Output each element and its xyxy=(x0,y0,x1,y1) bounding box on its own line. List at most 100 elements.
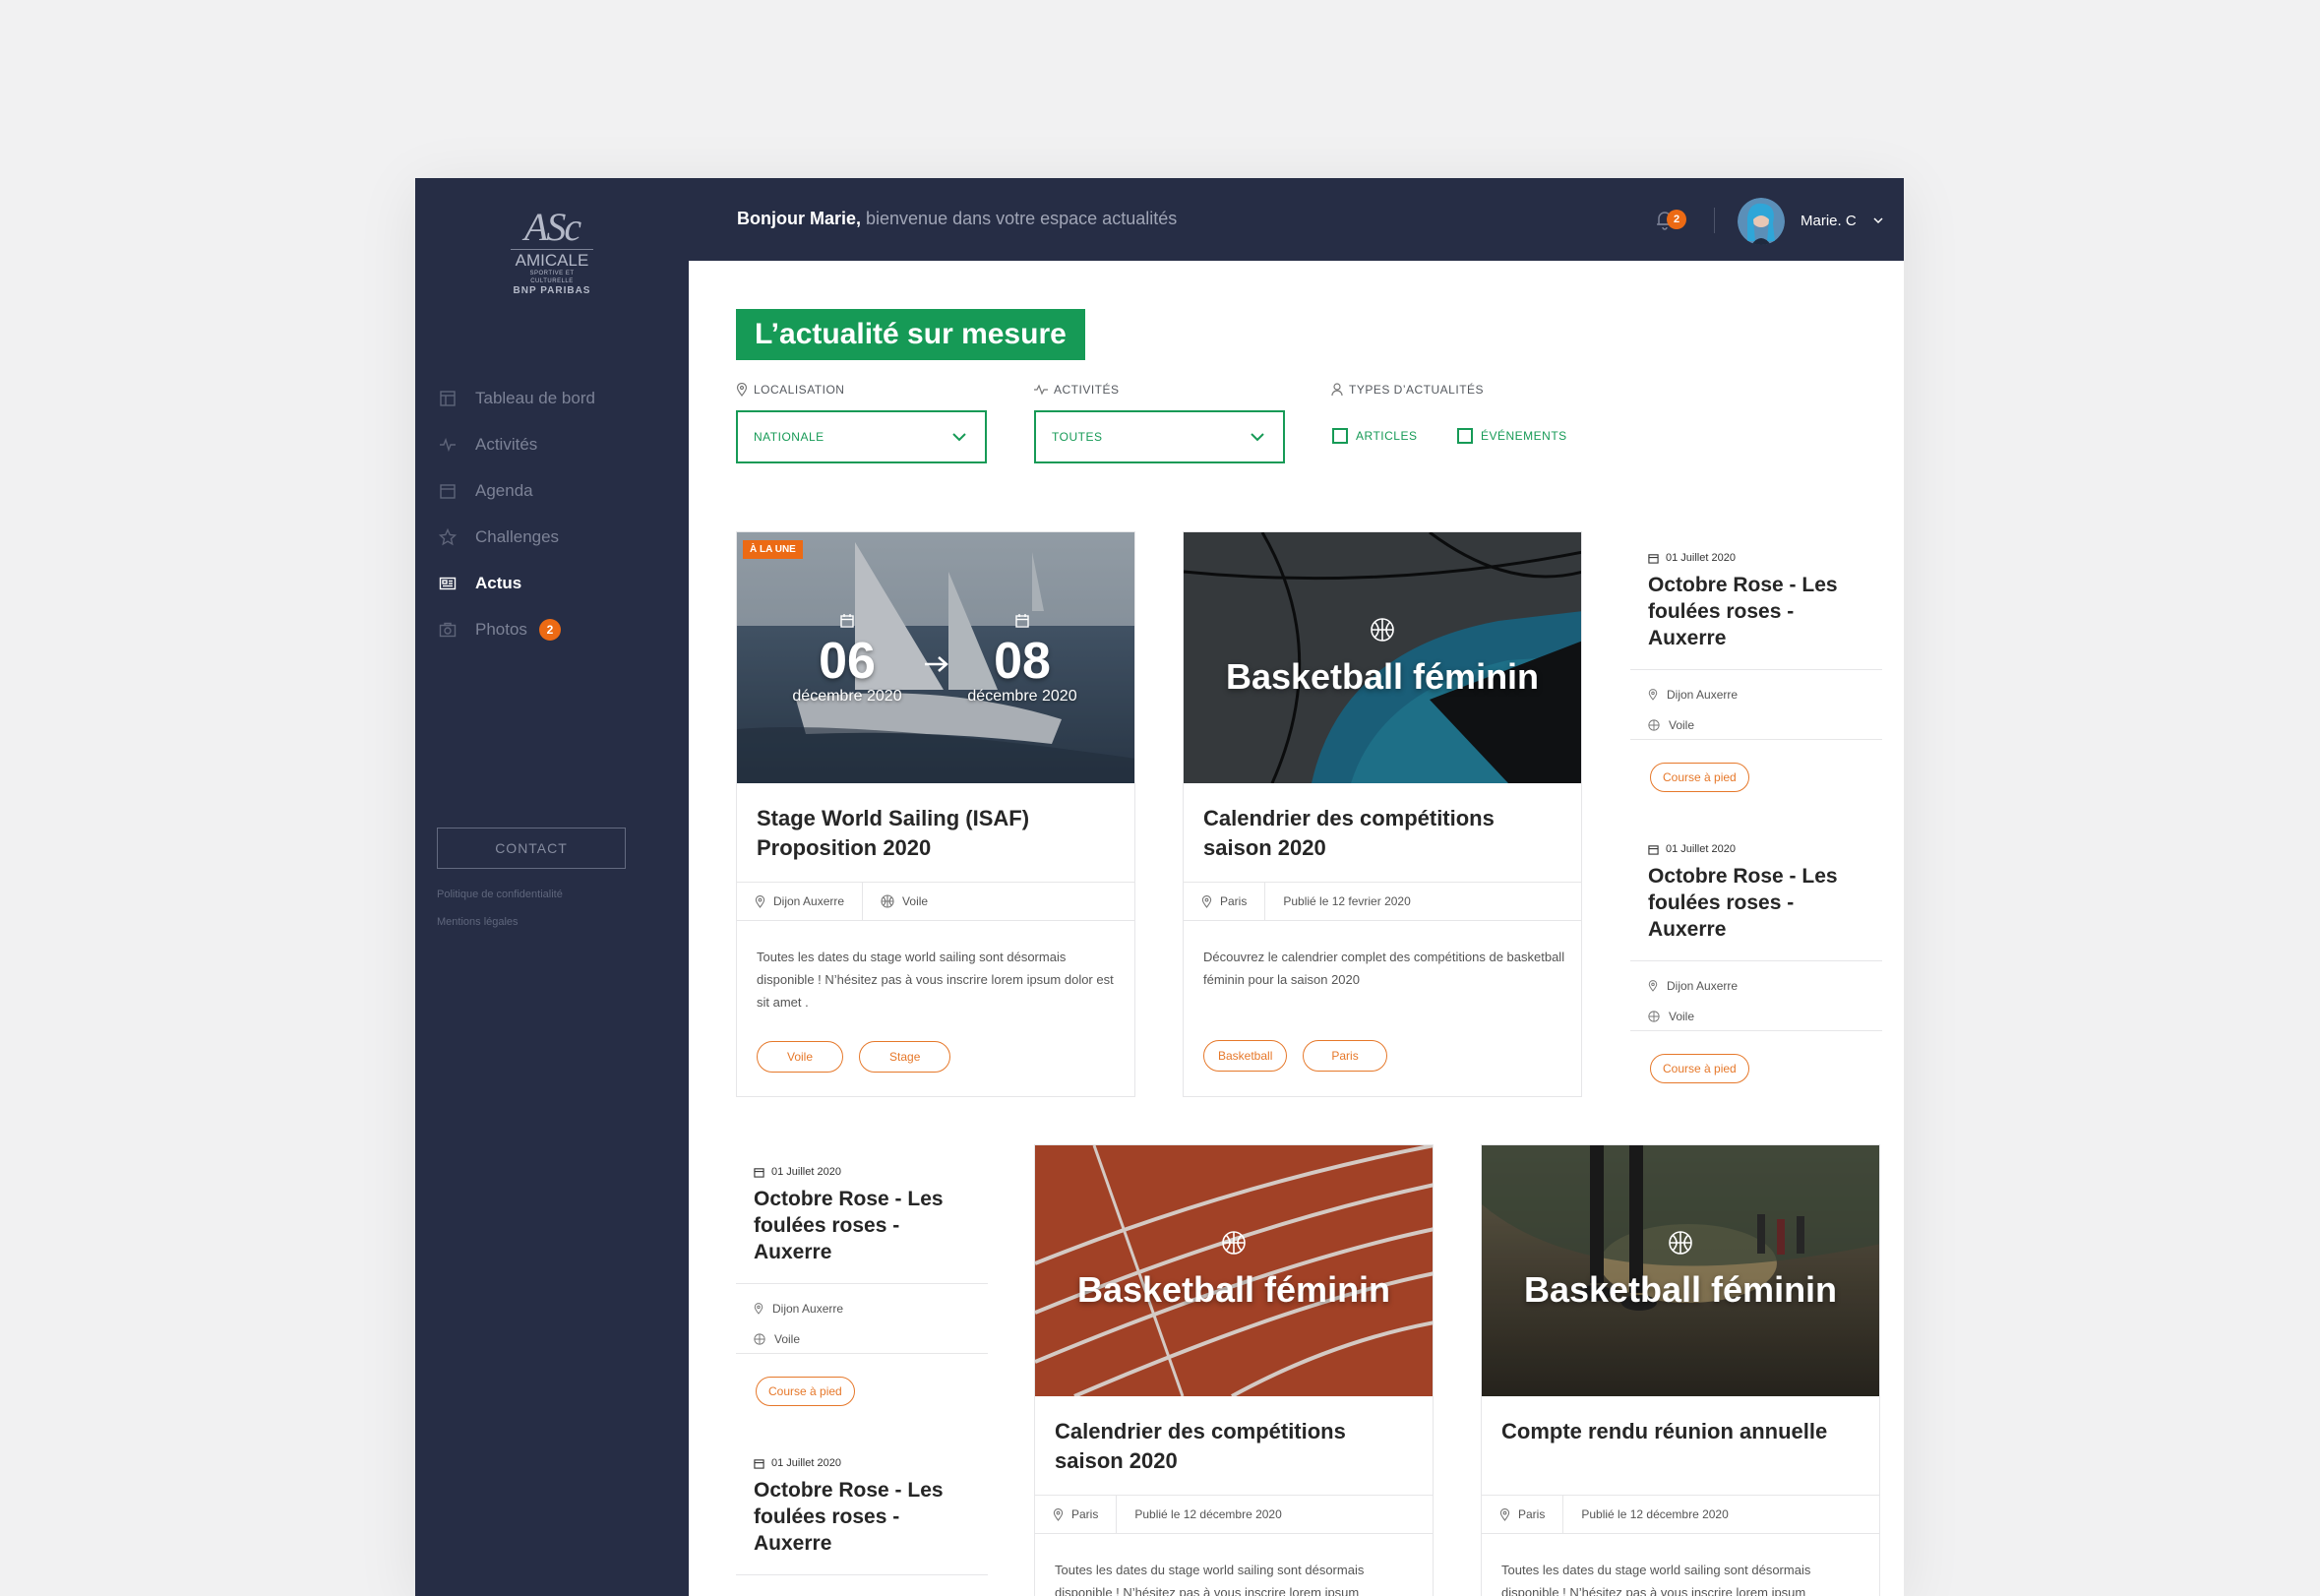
tag[interactable]: Basketball xyxy=(1203,1040,1288,1072)
sidebar-item-actus[interactable]: Actus xyxy=(437,560,673,606)
location-pin-icon xyxy=(1648,980,1658,992)
sidebar-item-agenda[interactable]: Agenda xyxy=(437,467,673,514)
greeting: Bonjour Marie, bienvenue dans votre espa… xyxy=(737,209,1177,229)
calendar-icon xyxy=(1015,614,1029,628)
news-card[interactable]: Basketball féminin Calendrier des compét… xyxy=(1183,531,1582,1097)
chevron-down-icon[interactable] xyxy=(1872,215,1884,226)
card-title-line: Calendrier des compétitions xyxy=(1055,1419,1346,1443)
greeting-name: Bonjour Marie, xyxy=(737,209,862,228)
card-title: Calendrier des compétitions saison 2020 xyxy=(1203,804,1495,863)
meta-published-text: Publié le 12 décembre 2020 xyxy=(1581,1507,1729,1521)
card-image: Basketball féminin xyxy=(1035,1145,1433,1396)
tag[interactable]: Stage xyxy=(859,1041,951,1073)
tag[interactable]: Course à pied xyxy=(756,1377,855,1406)
tag[interactable]: Voile xyxy=(757,1041,844,1073)
logo-line2: SPORTIVE ET CULTURELLE xyxy=(529,271,575,284)
privacy-link[interactable]: Politique de confidentialité xyxy=(437,889,563,900)
end-day: 08 xyxy=(994,633,1051,690)
page-title: L’actualité sur mesure xyxy=(736,309,1085,360)
sidebar-item-label: Actus xyxy=(475,573,522,592)
card-description: Toutes les dates du stage world sailing … xyxy=(757,950,1114,1010)
logo-line3: BNP PARIBAS xyxy=(513,285,591,296)
divider xyxy=(1630,1030,1882,1031)
meta-location: Dijon Auxerre xyxy=(1648,688,1738,702)
meta-location-text: Paris xyxy=(1071,1507,1099,1521)
card-title: Octobre Rose - Les foulées roses - Auxer… xyxy=(1648,574,1838,649)
sidebar-item-challenges[interactable]: Challenges xyxy=(437,514,673,560)
news-card[interactable]: Basketball féminin Compte rendu réunion … xyxy=(1481,1144,1880,1596)
checkbox-box[interactable] xyxy=(1457,428,1473,444)
user-name[interactable]: Marie. C xyxy=(1801,213,1857,229)
sidebar-item-label: Challenges xyxy=(475,526,560,546)
logo-mark: ASc xyxy=(523,205,581,249)
evenements-checkbox[interactable]: ÉVÉNEMENTS xyxy=(1457,428,1567,444)
tag[interactable]: Course à pied xyxy=(1650,763,1749,792)
sidebar-item-photos[interactable]: Photos 2 xyxy=(437,606,673,652)
start-date: 06 décembre 2020 xyxy=(783,635,911,706)
calendar-icon xyxy=(1648,844,1659,855)
card-title: Stage World Sailing (ISAF) Proposition 2… xyxy=(757,804,1029,863)
meta-published: Publié le 12 fevrier 2020 xyxy=(1264,883,1428,920)
tag[interactable]: Paris xyxy=(1303,1040,1387,1072)
app-window: ASc AMICALE SPORTIVE ET CULTURELLE BNP P… xyxy=(415,178,1904,1596)
image-title: Basketball féminin xyxy=(1225,656,1540,697)
localisation-select[interactable]: NATIONALE xyxy=(736,410,987,463)
card-image: Basketball féminin xyxy=(1482,1145,1879,1396)
divider xyxy=(1630,960,1882,961)
ball-icon xyxy=(881,894,894,908)
contact-button[interactable]: CONTACT xyxy=(437,828,626,869)
card-title: Compte rendu réunion annuelle xyxy=(1501,1419,1828,1443)
divider xyxy=(1630,669,1882,670)
card-date: 01 Juillet 2020 xyxy=(754,1166,841,1178)
evenements-label: ÉVÉNEMENTS xyxy=(1481,429,1567,443)
divider xyxy=(736,1353,988,1354)
image-title: Basketball féminin xyxy=(1076,1269,1391,1310)
card-tags: Basketball Paris xyxy=(1203,1040,1403,1072)
activites-label: ACTIVITÉS xyxy=(1034,383,1120,397)
card-image: Basketball féminin xyxy=(1184,532,1581,783)
meta-location-text: Dijon Auxerre xyxy=(772,1302,844,1316)
meta-activity-text: Voile xyxy=(774,1332,801,1346)
articles-checkbox[interactable]: ARTICLES xyxy=(1332,428,1417,444)
basketball-icon xyxy=(1371,618,1394,642)
divider xyxy=(736,1574,988,1575)
sidebar: ASc AMICALE SPORTIVE ET CULTURELLE BNP P… xyxy=(415,178,689,1596)
types-label-text: TYPES D’ACTUALITÉS xyxy=(1349,383,1485,397)
sidebar-item-activites[interactable]: Activités xyxy=(437,421,673,467)
location-pin-icon xyxy=(1648,689,1658,701)
meta-location: Dijon Auxerre xyxy=(754,1302,843,1316)
notification-badge: 2 xyxy=(1667,210,1686,229)
avatar[interactable] xyxy=(1738,198,1785,245)
meta-location: Paris xyxy=(1184,883,1264,920)
card-date-text: 01 Juillet 2020 xyxy=(1666,552,1736,564)
sidebar-item-dashboard[interactable]: Tableau de bord xyxy=(437,375,673,421)
image-title: Basketball féminin xyxy=(1523,1269,1838,1310)
arrow-right-icon xyxy=(925,656,948,672)
meta-published-text: Publié le 12 fevrier 2020 xyxy=(1283,894,1411,908)
ball-icon xyxy=(754,1333,765,1345)
news-card[interactable]: Basketball féminin Calendrier des compét… xyxy=(1034,1144,1434,1596)
meta-activity-text: Voile xyxy=(902,894,929,908)
divider xyxy=(1714,208,1715,233)
meta-activity-text: Voile xyxy=(1669,718,1695,732)
small-news-card[interactable]: 01 Juillet 2020 Octobre Rose - Les foulé… xyxy=(1630,552,1882,810)
sidebar-item-label: Activités xyxy=(475,434,538,454)
activites-select[interactable]: TOUTES xyxy=(1034,410,1285,463)
card-title-line: Calendrier des compétitions xyxy=(1203,806,1495,830)
meta-activity: Voile xyxy=(1648,718,1694,732)
small-news-card[interactable]: 01 Juillet 2020 Octobre Rose - Les foulé… xyxy=(1630,843,1882,1101)
card-tags: Voile Stage xyxy=(757,1041,966,1073)
divider xyxy=(736,1283,988,1284)
main-content: L’actualité sur mesure LOCALISATION NATI… xyxy=(689,261,1904,1596)
small-news-card[interactable]: 01 Juillet 2020 Octobre Rose - Les foulé… xyxy=(736,1166,988,1424)
small-news-card[interactable]: 01 Juillet 2020 Octobre Rose - Les foulé… xyxy=(736,1457,988,1595)
meta-location: Paris xyxy=(1035,1496,1116,1533)
featured-card[interactable]: À LA UNE 06 décembre 2020 08 décembre 20… xyxy=(736,531,1135,1097)
legal-link[interactable]: Mentions légales xyxy=(437,916,519,928)
checkbox-box[interactable] xyxy=(1332,428,1348,444)
sidebar-nav: Tableau de bord Activités Agenda Challen… xyxy=(437,375,673,652)
calendar-icon xyxy=(840,614,854,628)
tag[interactable]: Course à pied xyxy=(1650,1054,1749,1083)
logo[interactable]: ASc AMICALE SPORTIVE ET CULTURELLE BNP P… xyxy=(511,208,593,296)
divider xyxy=(1630,739,1882,740)
